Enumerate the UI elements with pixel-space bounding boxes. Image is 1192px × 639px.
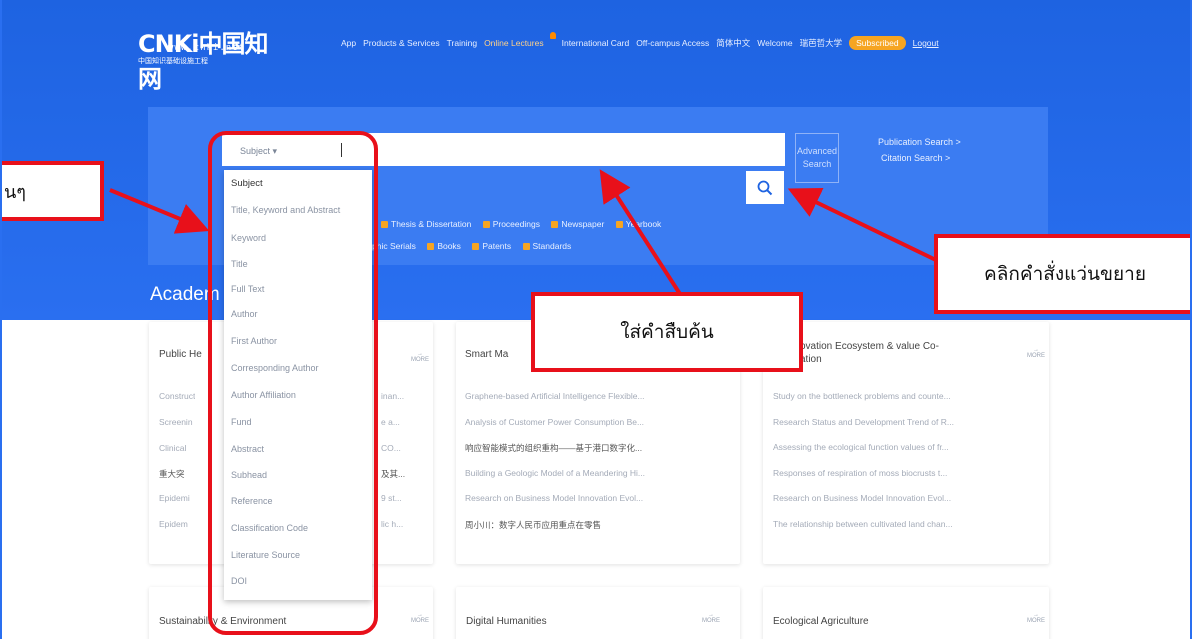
arrow-to-dropdown [109,188,210,234]
screenshot-stage: CNKi中国知网 www.cnki.net 中国知识基础设施工程 App Pro… [0,0,1192,639]
arrow-to-search-input [599,169,682,296]
callout-enter-search-term: ใส่คำสืบค้น [531,292,803,372]
callout-left: นๆ [0,161,104,221]
callout-click-magnifier: คลิกคำสั่งแว่นขยาย [934,234,1192,314]
arrow-to-search-button [787,188,941,264]
